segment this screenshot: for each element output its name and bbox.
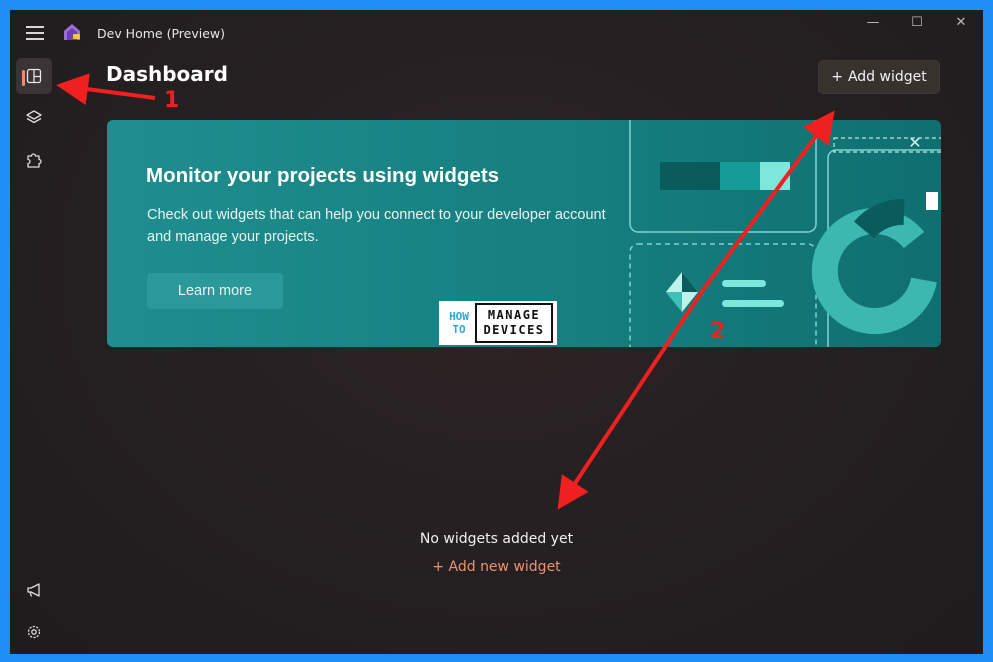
maximize-button[interactable]: ☐ [895, 12, 939, 34]
learn-more-button[interactable]: Learn more [147, 273, 283, 309]
dashboard-icon [26, 68, 42, 84]
menu-toggle-button[interactable] [26, 26, 44, 40]
watermark-to: TO [452, 323, 466, 336]
nav-selection-indicator [22, 70, 25, 86]
close-window-button[interactable]: ✕ [939, 12, 983, 34]
nav-item-dashboard[interactable] [16, 58, 52, 94]
megaphone-icon [27, 583, 40, 597]
watermark-how: HOW [449, 310, 469, 323]
title-bar: Dev Home (Preview) — ☐ ✕ [10, 10, 983, 56]
add-widget-button[interactable]: + Add widget [818, 60, 940, 94]
banner-illustration [629, 120, 941, 347]
nav-item-machine-configuration[interactable] [16, 100, 52, 136]
add-new-widget-link[interactable]: + Add new widget [10, 559, 983, 575]
watermark-manage: MANAGE [487, 308, 541, 322]
app-window: Dev Home (Preview) — ☐ ✕ Dashboard + Add… [10, 10, 983, 654]
dev-home-logo-icon [62, 22, 82, 42]
banner-description: Check out widgets that can help you conn… [147, 207, 606, 245]
banner-title: Monitor your projects using widgets [146, 164, 500, 187]
howtomanagedevices-watermark: HOW TO MANAGE DEVICES [439, 301, 557, 345]
empty-state-message: No widgets added yet [419, 531, 574, 547]
window-title: Dev Home (Preview) [97, 26, 225, 41]
gear-icon [27, 625, 41, 639]
plus-icon: + [831, 69, 843, 85]
puzzle-icon [27, 153, 42, 168]
add-widget-label: Add widget [847, 69, 927, 85]
nav-item-feedback[interactable] [16, 572, 52, 608]
watermark-devices: DEVICES [483, 323, 545, 337]
page-title: Dashboard [106, 62, 228, 86]
banner-close-button[interactable]: ✕ [904, 132, 926, 154]
minimize-button[interactable]: — [851, 12, 895, 34]
nav-item-extensions[interactable] [16, 142, 52, 178]
nav-item-settings[interactable] [16, 614, 52, 650]
layers-icon [26, 110, 42, 124]
